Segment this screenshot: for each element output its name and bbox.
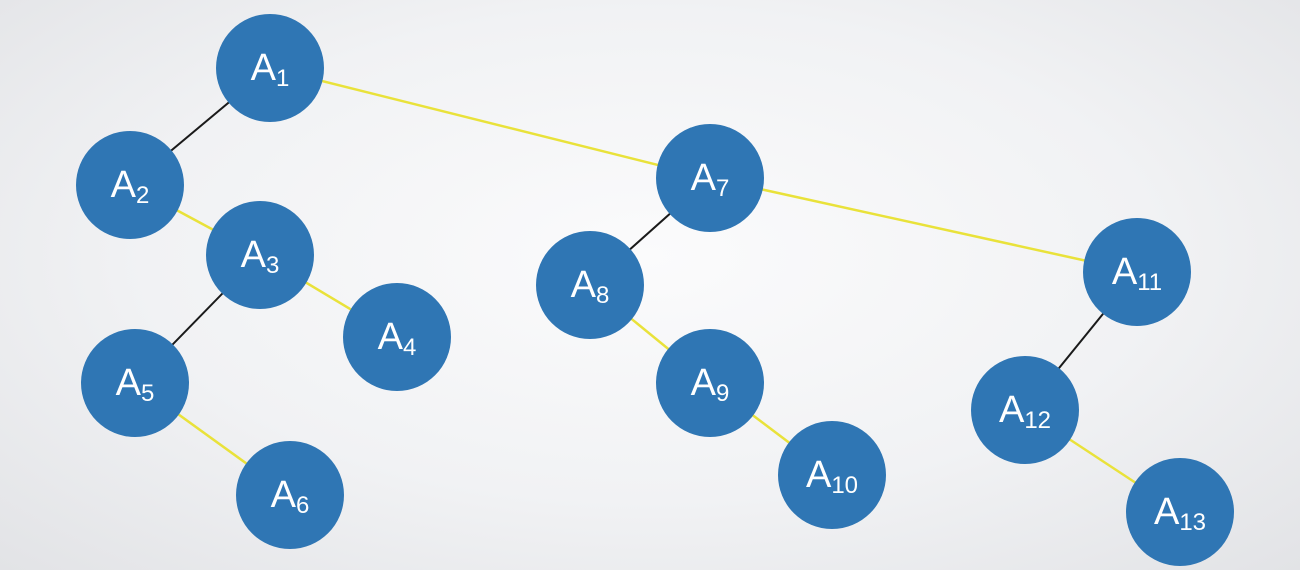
node-label-letter: A — [1154, 491, 1180, 533]
tree-diagram: A1A2A3A4A5A6A7A8A9A10A11A12A13 — [76, 14, 1234, 566]
tree-node-a6: A6 — [236, 441, 344, 549]
node-label-letter: A — [999, 389, 1025, 431]
node-label-letter: A — [111, 164, 137, 206]
node-label-letter: A — [116, 362, 142, 404]
node-label-letter: A — [271, 474, 297, 516]
node-label-subscript: 4 — [403, 334, 416, 361]
node-label-subscript: 13 — [1179, 509, 1206, 536]
right-sibling-edge-a7-a11 — [709, 176, 1138, 274]
node-label-subscript: 1 — [276, 65, 289, 92]
node-label-subscript: 12 — [1024, 407, 1051, 434]
tree-node-a3: A3 — [206, 201, 314, 309]
nodes-layer: A1A2A3A4A5A6A7A8A9A10A11A12A13 — [76, 14, 1234, 566]
tree-node-a2: A2 — [76, 131, 184, 239]
tree-node-a7: A7 — [656, 124, 764, 232]
node-label-letter: A — [691, 157, 717, 199]
tree-node-a12: A12 — [971, 356, 1079, 464]
node-label-letter: A — [571, 264, 597, 306]
node-label-letter: A — [806, 454, 832, 496]
node-label-subscript: 3 — [266, 252, 279, 279]
tree-node-a10: A10 — [778, 421, 886, 529]
tree-node-a13: A13 — [1126, 458, 1234, 566]
tree-node-a1: A1 — [216, 14, 324, 122]
tree-node-a11: A11 — [1083, 218, 1191, 326]
node-label-subscript: 7 — [716, 175, 729, 202]
node-label-subscript: 11 — [1137, 269, 1162, 296]
node-label-letter: A — [241, 234, 267, 276]
node-label-letter: A — [251, 47, 277, 89]
tree-node-a5: A5 — [81, 329, 189, 437]
tree-node-a8: A8 — [536, 231, 644, 339]
node-label-subscript: 9 — [716, 380, 729, 407]
node-label-subscript: 10 — [831, 472, 858, 499]
node-label-subscript: 5 — [141, 380, 154, 407]
node-label-letter: A — [378, 316, 404, 358]
node-label-subscript: 6 — [296, 492, 309, 519]
tree-node-a9: A9 — [656, 329, 764, 437]
node-label-subscript: 2 — [136, 182, 149, 209]
node-label-letter: A — [1112, 251, 1138, 293]
tree-node-a4: A4 — [343, 283, 451, 391]
node-label-letter: A — [691, 362, 717, 404]
node-label-subscript: 8 — [596, 282, 609, 309]
right-sibling-edge-a1-a7 — [269, 66, 711, 180]
